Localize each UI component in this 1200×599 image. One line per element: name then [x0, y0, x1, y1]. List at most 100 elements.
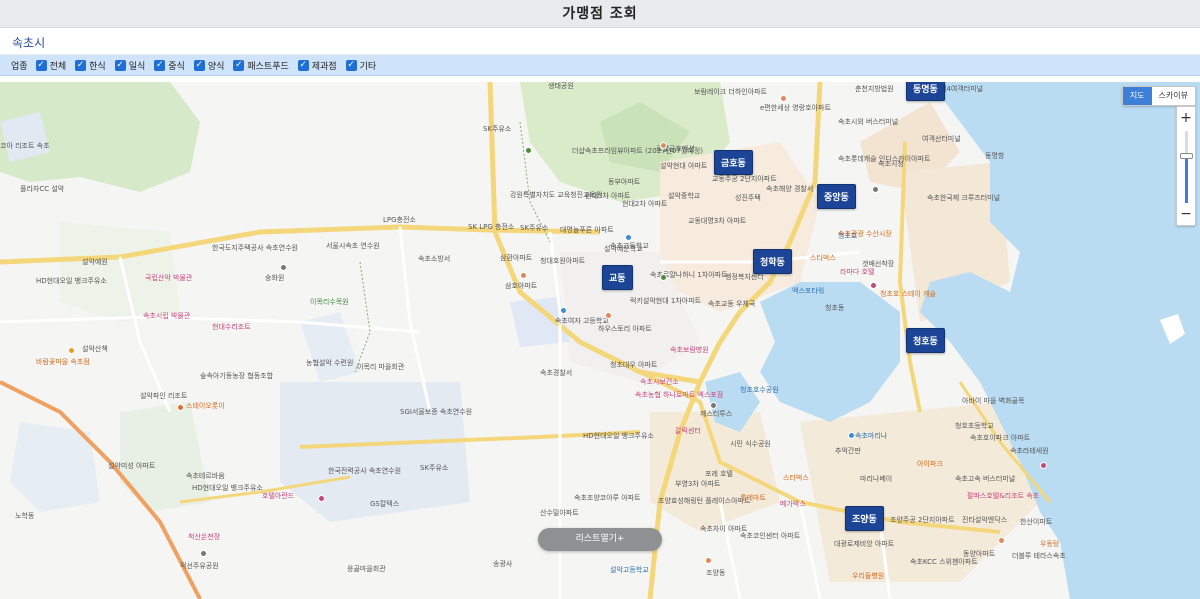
- poi-dot[interactable]: [780, 95, 787, 102]
- map-label: 교동주공 2단지아파트: [712, 175, 777, 183]
- map-label: 속초고속 버스터미널: [955, 475, 1016, 483]
- check-icon[interactable]: ✓: [297, 59, 309, 71]
- map-label: 속초고등학교: [610, 242, 649, 250]
- filter-option-label: 일식: [128, 61, 146, 72]
- category-filter-bar: 업종 ✓ 전체 ✓ 한식 ✓ 일식 ✓ 중식 ✓ 양식 ✓ 패스트푸드 ✓ 제과점 ✓ 기타: [0, 55, 1200, 76]
- check-icon[interactable]: ✓: [154, 59, 166, 71]
- filter-other[interactable]: ✓ 기타: [345, 59, 377, 72]
- poi-dot[interactable]: [705, 557, 712, 564]
- filter-option-label: 기타: [359, 61, 377, 72]
- map-label: HD현대오일 뱅크주유소: [36, 277, 107, 285]
- map-label: 속초시보건소: [640, 378, 679, 386]
- map-label: 청초대우 아파트: [610, 361, 658, 369]
- poi-dot[interactable]: [1040, 462, 1047, 469]
- map-label: 청호초등학교: [955, 422, 994, 430]
- map-label: 이목리 마을회관: [357, 363, 405, 371]
- dong-marker[interactable]: 중앙동: [817, 184, 856, 209]
- dong-marker[interactable]: 청학동: [753, 249, 792, 274]
- poi-dot[interactable]: [998, 537, 1005, 544]
- poi-dot[interactable]: [560, 307, 567, 314]
- filter-fastfood[interactable]: ✓ 패스트푸드: [233, 59, 289, 72]
- map-label: HD현대오일 뱅크주유소: [192, 484, 263, 492]
- map-label: 송광사: [493, 560, 513, 568]
- filter-korean[interactable]: ✓ 한식: [75, 59, 106, 72]
- zoom-level-fill: [1185, 156, 1188, 203]
- map-label: 속초라테세원: [1010, 447, 1049, 455]
- poi-dot[interactable]: [318, 495, 325, 502]
- zoom-out-button[interactable]: −: [1177, 205, 1195, 223]
- map-label: e편한세상 영랑호아파트: [760, 104, 831, 112]
- poi-dot[interactable]: [660, 142, 667, 149]
- map-label: 속초보람병원: [670, 346, 709, 354]
- dong-marker[interactable]: 교동: [602, 265, 633, 290]
- check-icon[interactable]: ✓: [345, 59, 357, 71]
- map-label: 속초관광 수산시장: [838, 230, 892, 238]
- map-label: SK주유소: [483, 125, 512, 133]
- map-label: 속초교동 우체국: [708, 300, 756, 308]
- filter-bakery[interactable]: ✓ 제과점: [297, 59, 337, 72]
- filter-western[interactable]: ✓ 양식: [193, 59, 225, 72]
- map-label: 아이파크: [917, 460, 943, 468]
- zoom-slider-handle[interactable]: [1180, 153, 1193, 160]
- map-label: 설악파인 리조트: [140, 392, 188, 400]
- map-label: 진타설악엔닥스: [962, 516, 1008, 524]
- map-label: 한국도지주택공사 속초연수원: [212, 244, 298, 252]
- map-canvas[interactable]: 생태공원 SK주유소 보람레이크 더하인아파트 춘천지방법원 제4여객터미널 속…: [0, 82, 1200, 599]
- map-label: 속초한국제 크루즈터미널: [927, 194, 1001, 202]
- poi-dot[interactable]: [200, 550, 207, 557]
- map-type-skyview-button[interactable]: 스카이뷰: [1152, 87, 1195, 105]
- dong-marker[interactable]: 금호동: [714, 150, 753, 175]
- map-label: 제스티투스: [700, 410, 733, 418]
- check-icon[interactable]: ✓: [233, 59, 245, 71]
- map-label: 교동대명3차 아파트: [688, 217, 747, 225]
- poi-dot[interactable]: [660, 274, 667, 281]
- map-label: 여객선터미널: [922, 135, 961, 143]
- check-icon[interactable]: ✓: [75, 59, 87, 71]
- map-label: 제4여객터미널: [940, 85, 984, 93]
- poi-dot[interactable]: [520, 272, 527, 279]
- map-label: 팔파스호텔&리조트 속초: [967, 492, 1040, 500]
- map-label: 갈릭센터: [675, 427, 701, 435]
- road-minor: [0, 315, 421, 334]
- map-label: 현대2차 아파트: [622, 200, 668, 208]
- dong-marker[interactable]: 조양동: [845, 506, 884, 531]
- title-bar: 가맹점 조회: [0, 0, 1200, 28]
- map-label: LPG충전소: [383, 216, 416, 224]
- check-icon[interactable]: ✓: [35, 59, 47, 71]
- map-label: 포레 호텔: [705, 470, 733, 478]
- map-label: 동부아파트: [608, 178, 641, 186]
- poi-dot[interactable]: [68, 347, 75, 354]
- poi-dot[interactable]: [872, 186, 879, 193]
- map-label: 속초조양코아루 아파트: [574, 494, 641, 502]
- map-label: 삼환아파트: [500, 254, 533, 262]
- city-selector[interactable]: 속초시: [12, 34, 45, 51]
- poi-dot[interactable]: [280, 264, 287, 271]
- check-icon[interactable]: ✓: [114, 59, 126, 71]
- poi-dot[interactable]: [848, 432, 855, 439]
- park-area: [60, 222, 180, 322]
- poi-dot[interactable]: [525, 147, 532, 154]
- poi-dot[interactable]: [625, 234, 632, 241]
- filter-option-label: 양식: [207, 61, 225, 72]
- filter-japanese[interactable]: ✓ 일식: [114, 59, 146, 72]
- zoom-in-button[interactable]: +: [1177, 109, 1195, 127]
- check-icon[interactable]: ✓: [193, 59, 205, 71]
- dong-marker[interactable]: 청호동: [906, 328, 945, 353]
- map-label: 행정복지센터: [725, 273, 764, 281]
- poi-dot[interactable]: [605, 312, 612, 319]
- map-label: 동명항: [985, 152, 1005, 160]
- filter-chinese[interactable]: ✓ 중식: [154, 59, 185, 72]
- zoom-control: + −: [1176, 106, 1196, 226]
- map-type-map-button[interactable]: 지도: [1122, 87, 1152, 105]
- map-label: 노학동: [15, 512, 35, 520]
- map-label: SK LPG 충전소: [468, 223, 515, 231]
- poi-dot[interactable]: [710, 402, 717, 409]
- road-minor: [798, 501, 822, 599]
- open-list-button[interactable]: 리스트열기+: [538, 528, 662, 551]
- map-label: 한산이파트: [1020, 518, 1053, 526]
- dong-marker[interactable]: 동명동: [906, 82, 945, 101]
- poi-dot[interactable]: [177, 404, 184, 411]
- poi-dot[interactable]: [870, 282, 877, 289]
- filter-all[interactable]: ✓ 전체: [35, 59, 66, 72]
- map-label: 삼호아파트: [505, 282, 538, 290]
